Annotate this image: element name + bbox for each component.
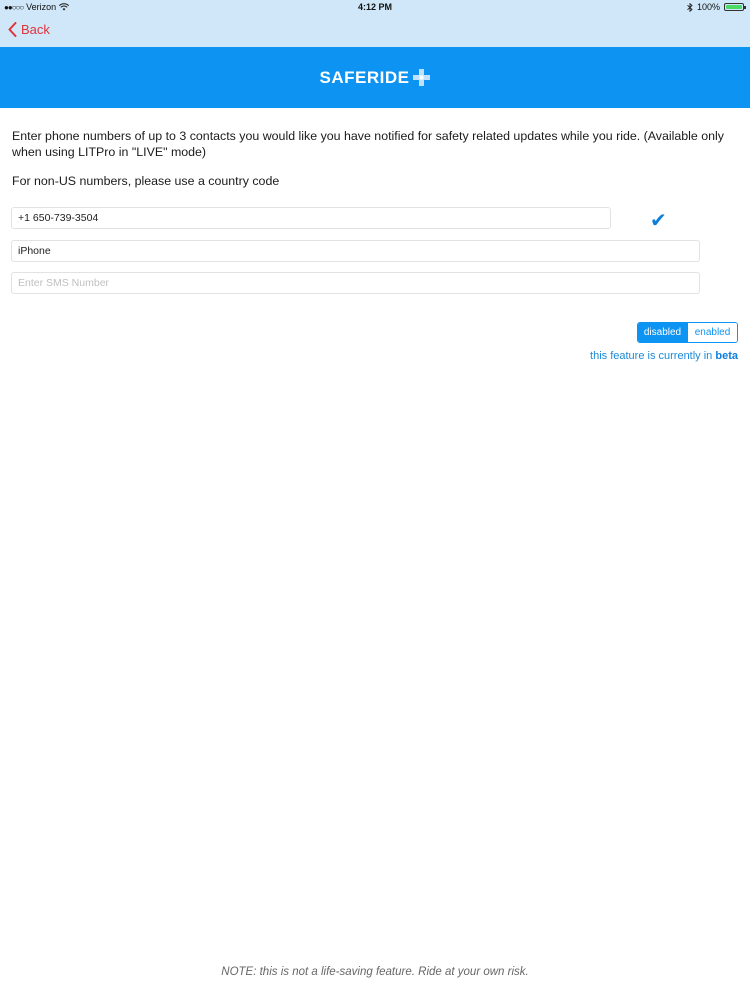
beta-note-prefix: this feature is currently in <box>590 350 716 362</box>
sms-number-field[interactable] <box>11 272 700 294</box>
phone-number-field[interactable] <box>11 207 611 229</box>
app-header: SAFERIDE <box>0 47 750 108</box>
app-logo-text: SAFERIDE <box>319 67 410 87</box>
country-code-note: For non-US numbers, please use a country… <box>12 174 280 188</box>
phone-number-input[interactable] <box>18 212 604 224</box>
checkmark-icon: ✔ <box>650 210 667 232</box>
beta-word: beta <box>715 350 738 362</box>
back-button[interactable]: Back <box>8 22 50 37</box>
device-name-field[interactable] <box>11 240 700 262</box>
feature-toggle[interactable]: disabled enabled <box>637 322 738 343</box>
clock: 4:12 PM <box>357 2 392 12</box>
intro-text: Enter phone numbers of up to 3 contacts … <box>12 129 724 159</box>
battery-percent: 100% <box>696 2 720 12</box>
toggle-enabled[interactable]: enabled <box>687 323 737 342</box>
bluetooth-icon <box>687 2 693 12</box>
beta-note: this feature is currently in beta <box>590 350 738 362</box>
disclaimer-footer: NOTE: this is not a life-saving feature.… <box>221 966 529 978</box>
battery-icon <box>724 3 746 11</box>
plus-cross-icon <box>413 69 431 86</box>
back-label: Back <box>21 22 50 37</box>
chevron-left-icon <box>8 22 17 37</box>
sms-number-input[interactable] <box>18 277 693 289</box>
intro-section: Enter phone numbers of up to 3 contacts … <box>12 128 742 160</box>
navigation-bar: ●●○○○ Verizon 4:12 PM 100% Back <box>0 0 750 47</box>
toggle-disabled[interactable]: disabled <box>638 323 687 342</box>
status-bar: ●●○○○ Verizon 4:12 PM 100% <box>0 0 750 15</box>
status-right: 100% <box>687 2 746 12</box>
device-name-input[interactable] <box>18 245 693 257</box>
